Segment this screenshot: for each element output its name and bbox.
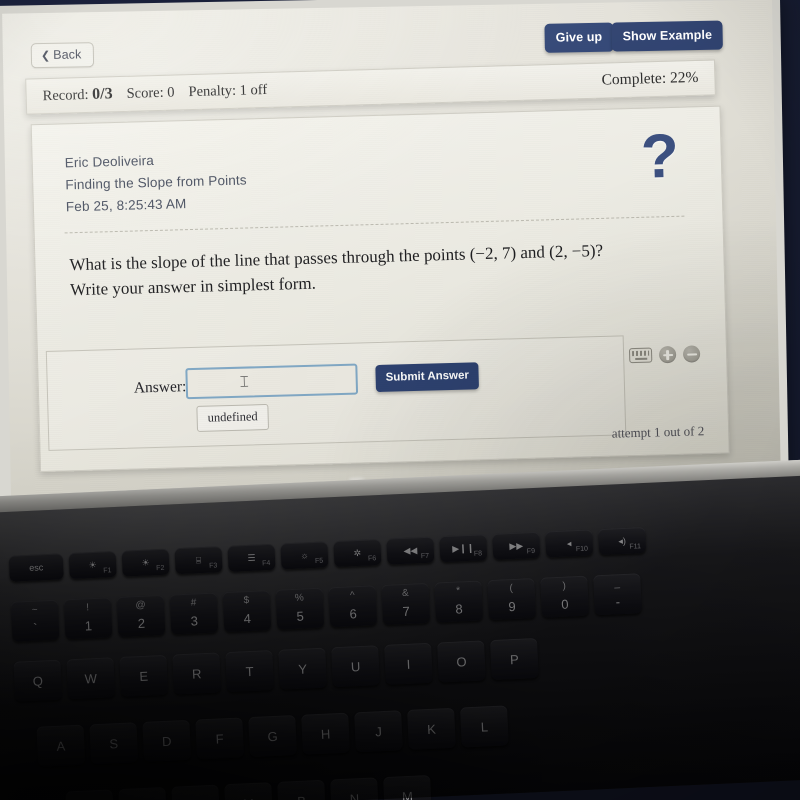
keyboard-key[interactable]: T [225,649,275,693]
keyboard-function-row: esc ☀ F1 ☀ F2 ⌸ F3 ☰ F4 ☼ F5 ✲ F6 ◀◀ F7 ▶❙❙ F8 ▶▶ F9 ◂ F10 ◂)… [8,526,647,582]
penalty-label: Penalty: [188,82,237,101]
undefined-button[interactable]: undefined [196,403,270,432]
score-value: 0 [167,84,175,101]
keyboard-key[interactable]: ! 1 [63,597,113,640]
back-button-label: Back [53,47,82,62]
keyboard-key[interactable]: % 5 [275,587,325,630]
keyboard-home-row: ASDFGHJKL [36,705,509,767]
keyboard-key[interactable]: F [195,717,245,760]
keyboard-key[interactable]: $4 [222,590,272,633]
penalty-value: 1 off [239,81,268,99]
problem-timestamp: Feb 25, 8:25:43 AM [65,196,187,215]
record-label: Record: [42,86,89,105]
show-example-button[interactable]: Show Example [611,20,724,52]
keyboard-key[interactable]: S [89,722,139,765]
keyboard-key[interactable]: E [119,654,169,697]
help-question-mark-icon[interactable]: ? [640,122,680,192]
keyboard-number-row: ~ `! 1 @2 #3 $4% 5 ^ 6 & 7 * 8(9) 0 _ - [10,573,642,642]
keyboard-key[interactable]: (9 [487,578,537,621]
keyboard-key[interactable]: I [384,642,433,685]
laptop-lid: ❮Back Give up Show Example Record: 0/3 [0,0,790,516]
record-stat: Record: 0/3 [42,85,112,105]
keyboard-key[interactable]: X [118,786,168,800]
keyboard-key[interactable]: D [142,719,192,762]
answer-tools [628,345,701,364]
keyboard-key[interactable]: ◂ F10 [545,529,594,558]
keyboard-bottom-row: ZXCVBNM [65,774,432,800]
keyboard-key[interactable]: Z [65,789,115,800]
completion-percent: Complete: 22% [601,68,699,89]
question-text: What is the slope of the line that passe… [69,236,680,302]
keyboard-key[interactable]: B [277,779,326,800]
keyboard-key[interactable]: W [66,657,116,700]
keyboard-key[interactable]: J [354,710,403,753]
keyboard-key[interactable]: H [301,712,350,755]
keyboard-key[interactable]: & 7 [381,582,431,625]
keyboard-key[interactable]: ~ ` [10,599,60,642]
back-button[interactable]: ❮ Back [30,42,94,69]
keyboard-key[interactable]: L [460,705,509,748]
answer-input[interactable] [185,363,359,400]
keyboard-key[interactable]: _ - [593,573,642,616]
keyboard-key[interactable]: Y [278,647,327,690]
chevron-left-icon: ❮ [40,49,51,63]
laptop-photo-scene: ❮Back Give up Show Example Record: 0/3 [0,0,800,800]
keyboard-key[interactable]: R [172,652,222,695]
keyboard-key[interactable]: M [383,774,432,800]
keyboard-key[interactable]: * 8 [434,580,484,623]
keyboard-key[interactable]: ☼ F5 [280,541,329,570]
keyboard-key[interactable]: U [331,645,380,688]
keyboard-key[interactable]: ▶▶ F9 [492,531,541,560]
keyboard-key[interactable]: ☀ F1 [68,550,117,580]
keyboard-deck: esc ☀ F1 ☀ F2 ⌸ F3 ☰ F4 ☼ F5 ✲ F6 ◀◀ F7 ▶❙❙ F8 ▶▶ F9 ◂ F10 ◂)… [0,473,800,800]
score-label: Score: [126,84,164,102]
keyboard-key[interactable]: ☀ F2 [121,548,170,577]
laptop-screen: ❮Back Give up Show Example Record: 0/3 [2,0,781,508]
keyboard-key[interactable]: G [248,715,298,758]
keyboard-key[interactable]: V [224,782,274,800]
keyboard-key[interactable]: ) 0 [540,575,589,618]
submit-answer-button[interactable]: Submit Answer [375,362,480,393]
record-value: 0/3 [91,85,113,103]
keyboard-key[interactable]: @2 [116,594,166,637]
laptop-base: esc ☀ F1 ☀ F2 ⌸ F3 ☰ F4 ☼ F5 ✲ F6 ◀◀ F7 ▶❙❙ F8 ▶▶ F9 ◂ F10 ◂)… [0,457,800,800]
keyboard-key[interactable]: #3 [169,592,219,635]
keyboard-qwerty-row: QWERTYUIOP [13,637,539,702]
section-divider [64,215,685,234]
keyboard-key[interactable]: O [437,640,486,683]
keyboard-key[interactable]: N [330,777,379,800]
keyboard-key[interactable]: ✲ F6 [333,538,382,568]
keyboard-key[interactable]: ◀◀ F7 [386,536,435,565]
keyboard-key[interactable]: ◂) F11 [598,526,647,556]
keyboard-key[interactable]: P [489,637,539,681]
keyboard-key[interactable]: ☰ F4 [227,543,276,572]
problem-card: Eric Deoliveira Finding the Slope from P… [30,105,730,473]
problem-meta: Eric Deoliveira Finding the Slope from P… [64,147,247,218]
give-up-button[interactable]: Give up [544,22,614,53]
answer-panel: Answer: ⌶ Submit Answer undefined [45,335,627,451]
attempt-counter: attempt 1 out of 2 [611,423,705,441]
minus-circle-icon[interactable] [682,345,701,363]
keyboard-key[interactable]: K [407,707,456,750]
keyboard-key[interactable]: ⌸ F3 [174,546,223,575]
keyboard-key[interactable]: Q [13,659,63,702]
keyboard-key[interactable]: A [36,724,86,767]
answer-label: Answer: [133,378,187,397]
keyboard-key[interactable]: ^ 6 [328,585,378,628]
penalty-stat: Penalty: 1 off [188,82,267,101]
score-stat: Score: 0 [126,85,174,103]
keyboard-key[interactable]: C [171,784,221,800]
keyboard-icon[interactable] [628,347,653,364]
keyboard-key[interactable]: ▶❙❙ F8 [439,534,488,563]
keyboard-key[interactable]: esc [8,553,64,582]
plus-circle-icon[interactable] [658,345,677,364]
web-page: ❮Back Give up Show Example Record: 0/3 [2,0,781,508]
